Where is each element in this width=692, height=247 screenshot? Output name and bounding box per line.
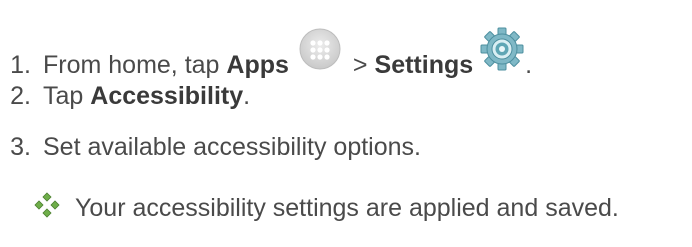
- separator: >: [352, 50, 368, 79]
- step-text: Tap: [43, 82, 91, 110]
- apps-label: Apps: [226, 50, 289, 79]
- accessibility-label: Accessibility: [90, 82, 244, 110]
- step-2: 2. Tap Accessibility .: [0, 82, 250, 111]
- result-line: Your accessibility settings are applied …: [33, 191, 619, 223]
- step-text: From home, tap: [43, 50, 227, 79]
- gear-icon: [479, 26, 525, 72]
- step-number: 1.: [10, 50, 31, 79]
- apps-grid-icon: [298, 27, 342, 71]
- step-number: 3.: [10, 133, 31, 161]
- result-text: Your accessibility settings are applied …: [75, 194, 619, 222]
- step-number: 2.: [10, 82, 31, 110]
- result-diamond-bullet-icon: [33, 191, 61, 219]
- step-suffix: .: [243, 82, 251, 110]
- step-suffix: .: [525, 50, 533, 79]
- step-3: 3. Set available accessibility options.: [0, 133, 421, 162]
- settings-label: Settings: [374, 50, 474, 79]
- step-text: Set available accessibility options.: [43, 133, 421, 161]
